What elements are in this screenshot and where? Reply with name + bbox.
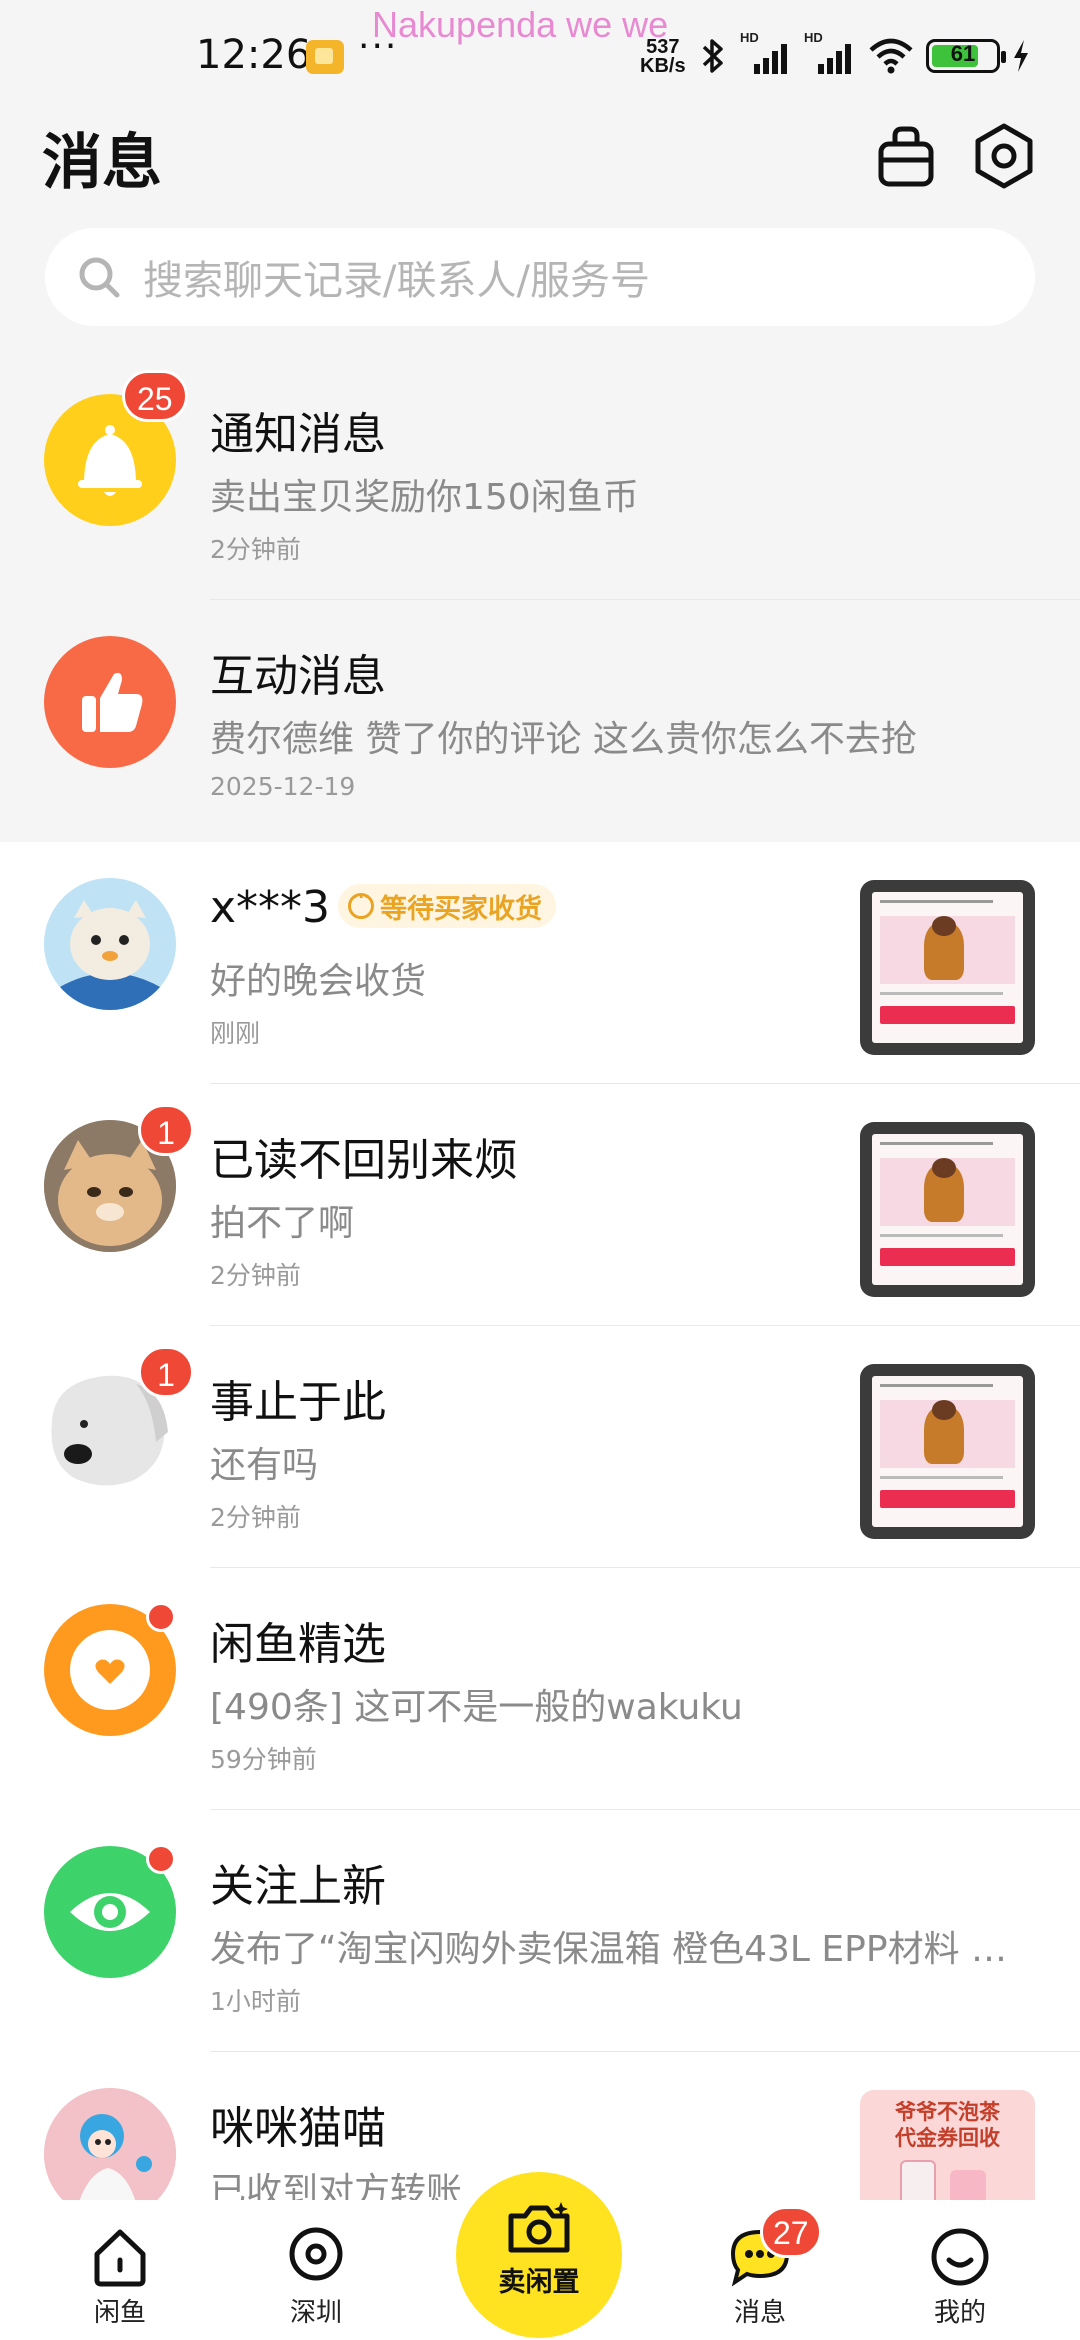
search-placeholder: 搜索聊天记录/联系人/服务号 xyxy=(143,258,650,304)
item-time: 2分钟前 xyxy=(210,1261,301,1290)
settings-icon xyxy=(975,123,1033,189)
camera-icon xyxy=(508,2202,570,2253)
item-subtitle: [490条] 这可不是一般的wakuku xyxy=(210,1687,743,1728)
profile-icon xyxy=(931,2228,989,2286)
nav-label: 卖闲置 xyxy=(498,2267,580,2298)
charging-icon xyxy=(1014,40,1028,72)
nav-label: 消息 xyxy=(733,2298,786,2328)
status-icons: HD HD 61 xyxy=(698,30,1030,78)
bag-button[interactable] xyxy=(868,118,944,194)
network-speed-unit: KB/s xyxy=(640,55,686,77)
search-icon xyxy=(79,257,120,298)
unread-badge: 1 xyxy=(138,1346,194,1398)
item-title: 咪咪猫喵 xyxy=(210,2103,386,2154)
pending-icon xyxy=(348,887,374,919)
item-time: 1小时前 xyxy=(210,1987,301,2016)
nav-home[interactable]: 闲鱼 xyxy=(40,2224,200,2329)
item-title: 闲鱼精选 xyxy=(210,1619,386,1670)
home-icon xyxy=(94,2229,146,2287)
product-thumbnail[interactable] xyxy=(860,880,1035,1055)
thumbs-up-icon xyxy=(44,636,176,768)
item-title: 事止于此 xyxy=(210,1377,386,1428)
list-item-chat-3[interactable]: 1 事止于此 还有吗 2分钟前 xyxy=(0,1326,1080,1568)
list-item-following[interactable]: 关注上新 发布了“淘宝闪购外卖保温箱 橙色43L EPP材料 加厚 ... 1小… xyxy=(0,1810,1080,2052)
bluetooth-icon xyxy=(702,39,723,73)
status-badge: 等待买家收货 xyxy=(338,884,556,928)
unread-dot xyxy=(146,1844,176,1874)
item-title: 已读不回别来烦 xyxy=(210,1135,518,1186)
item-time: 刚刚 xyxy=(210,1019,261,1048)
bag-icon xyxy=(878,126,934,187)
lyric-watermark: Nakupenda we we xyxy=(372,4,669,45)
list-item-chat-2[interactable]: 1 已读不回别来烦 拍不了啊 2分钟前 xyxy=(0,1084,1080,1326)
unread-dot xyxy=(146,1602,176,1632)
message-list: 25 通知消息 卖出宝贝奖励你150闲鱼币 2分钟前 互动消息 费尔德维 赞了你… xyxy=(0,358,1080,2294)
page-title: 消息 xyxy=(42,128,162,198)
header: 消息 xyxy=(0,110,1080,220)
hd-label: HD xyxy=(740,30,759,45)
promo-line2: 代金券回收 xyxy=(895,2126,1000,2150)
item-subtitle: 发布了“淘宝闪购外卖保温箱 橙色43L EPP材料 加厚 ... xyxy=(210,1929,1010,1970)
nav-nearby[interactable]: 深圳 xyxy=(236,2224,396,2329)
unread-badge: 25 xyxy=(122,370,188,422)
nav-label: 我的 xyxy=(933,2298,986,2328)
nav-label: 闲鱼 xyxy=(93,2298,146,2328)
signal-icon-2: HD xyxy=(804,30,856,76)
network-speed: 537 KB/s xyxy=(640,37,686,77)
unread-badge: 1 xyxy=(138,1104,194,1156)
search-section: 搜索聊天记录/联系人/服务号 xyxy=(0,220,1080,358)
notification-app-icon xyxy=(306,40,344,74)
sell-button[interactable]: 卖闲置 xyxy=(456,2172,622,2338)
nav-label: 深圳 xyxy=(289,2298,342,2328)
clock: 12:26 xyxy=(196,32,312,78)
battery-cap xyxy=(1001,51,1006,63)
item-title: 关注上新 xyxy=(210,1861,386,1912)
wifi-icon xyxy=(869,38,913,74)
hd-label-2: HD xyxy=(804,30,823,45)
status-bar: 12:26 ··· Nakupenda we we 537 KB/s HD HD xyxy=(0,0,1080,110)
item-title: x***3 xyxy=(210,882,331,933)
item-time: 2分钟前 xyxy=(210,535,301,564)
item-subtitle: 卖出宝贝奖励你150闲鱼币 xyxy=(210,477,639,518)
item-title: 互动消息 xyxy=(210,651,386,702)
user-avatar xyxy=(44,878,176,1010)
item-time: 59分钟前 xyxy=(210,1745,317,1774)
nav-messages[interactable]: 消息 27 xyxy=(680,2206,840,2329)
settings-button[interactable] xyxy=(966,118,1042,194)
location-icon xyxy=(289,2227,343,2281)
bottom-nav: 闲鱼 深圳 卖闲置 消息 27 我的 xyxy=(0,2172,1080,2340)
item-time: 2分钟前 xyxy=(210,1503,301,1532)
product-thumbnail[interactable] xyxy=(860,1122,1035,1297)
search-input[interactable]: 搜索聊天记录/联系人/服务号 xyxy=(45,228,1035,326)
nav-profile[interactable]: 我的 xyxy=(880,2224,1040,2329)
list-item-featured[interactable]: 闲鱼精选 [490条] 这可不是一般的wakuku 59分钟前 xyxy=(0,1568,1080,1810)
product-thumbnail[interactable] xyxy=(860,1364,1035,1539)
list-item-interactions[interactable]: 互动消息 费尔德维 赞了你的评论 这么贵你怎么不去抢 2025-12-19 xyxy=(0,600,1080,842)
item-subtitle: 费尔德维 赞了你的评论 这么贵你怎么不去抢 xyxy=(210,719,917,760)
signal-icon: HD xyxy=(740,30,792,76)
list-item-chat-x3[interactable]: x***3 等待买家收货 好的晚会收货 刚刚 xyxy=(0,842,1080,1084)
unread-badge: 27 xyxy=(760,2206,822,2258)
status-badge-label: 等待买家收货 xyxy=(380,893,542,925)
item-title: 通知消息 xyxy=(210,409,386,460)
battery-icon: 61 xyxy=(926,39,1006,73)
battery-percent: 61 xyxy=(950,41,976,66)
item-time: 2025-12-19 xyxy=(210,772,356,801)
list-item-notifications[interactable]: 25 通知消息 卖出宝贝奖励你150闲鱼币 2分钟前 xyxy=(0,358,1080,600)
